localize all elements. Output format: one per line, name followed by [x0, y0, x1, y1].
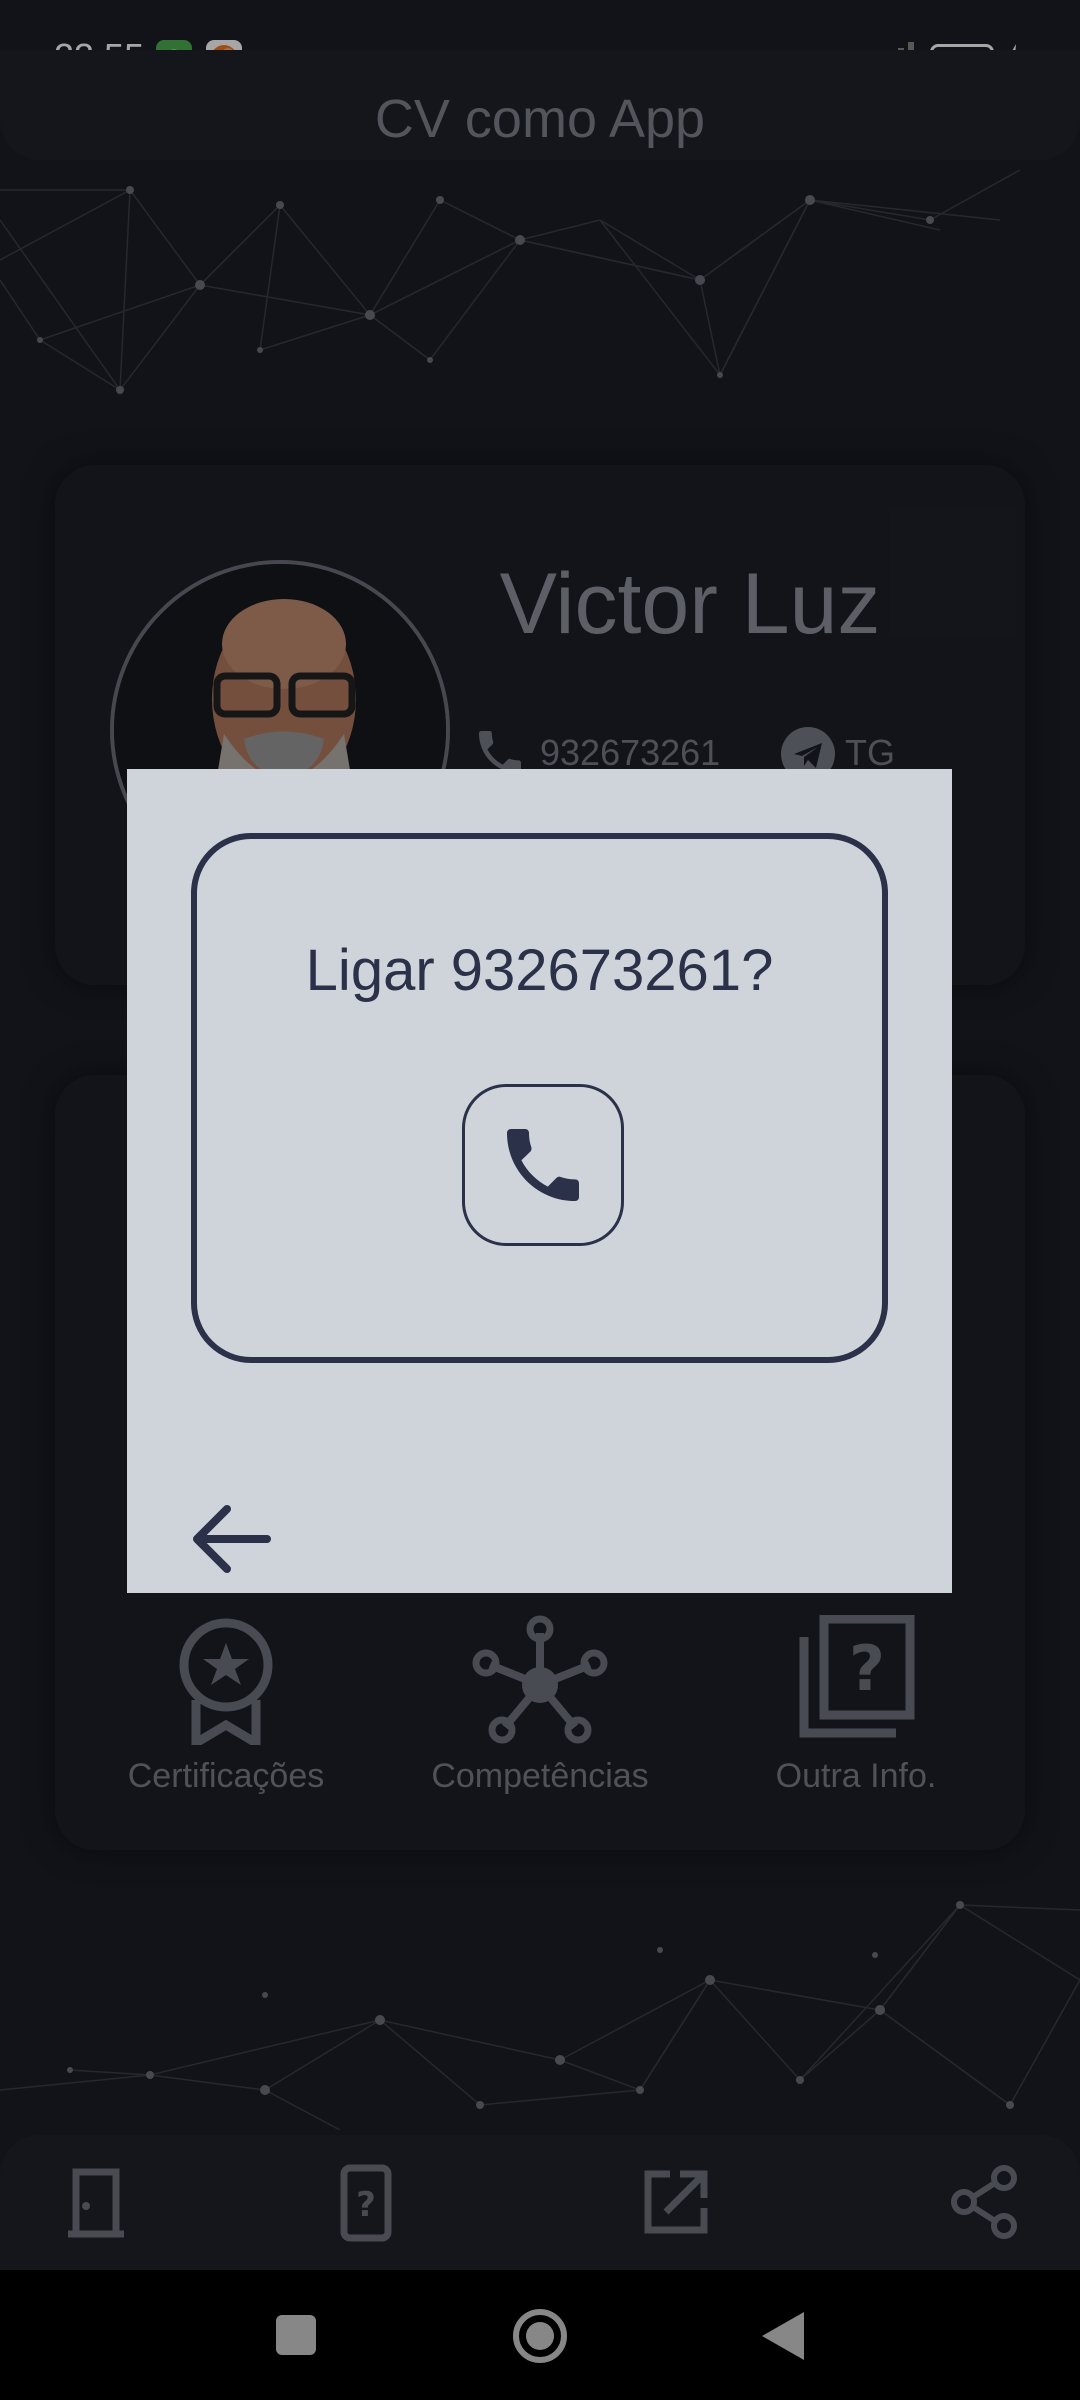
call-dialog: Ligar 932673261?: [127, 769, 952, 1593]
arrow-left-icon: [193, 1505, 271, 1573]
call-button[interactable]: [462, 1084, 624, 1246]
phone-icon: [507, 1129, 579, 1201]
call-dialog-frame: Ligar 932673261?: [191, 833, 888, 1363]
call-question: Ligar 932673261?: [305, 938, 774, 1003]
back-button[interactable]: [187, 1499, 277, 1579]
